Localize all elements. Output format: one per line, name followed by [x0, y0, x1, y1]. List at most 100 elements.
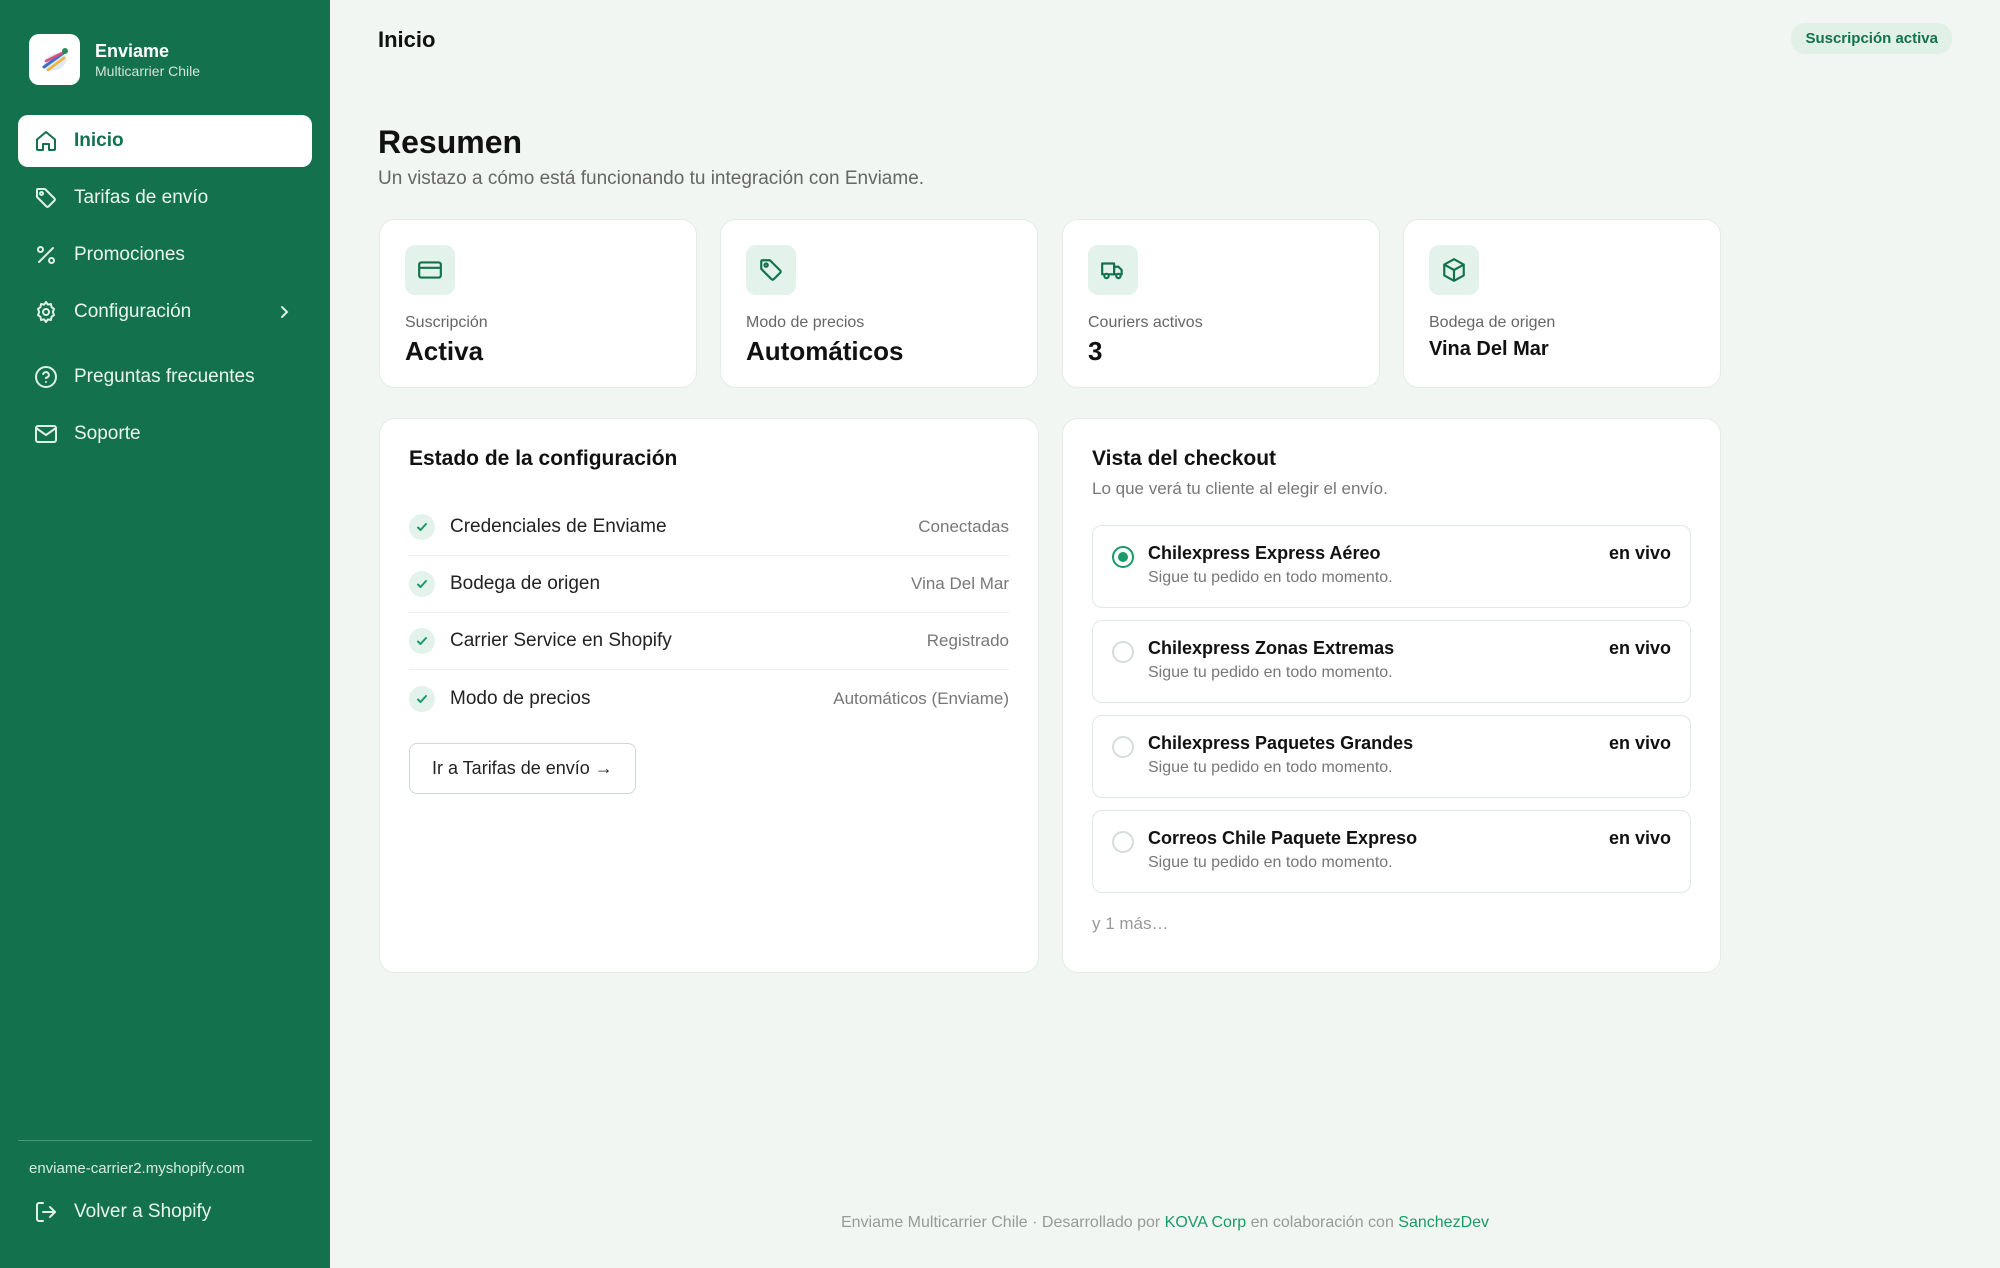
shipping-option-desc: Sigue tu pedido en todo momento.: [1148, 664, 1393, 681]
mail-icon: [34, 422, 58, 446]
sidebar-item-label: Inicio: [74, 130, 124, 151]
stat-label: Modo de precios: [746, 314, 865, 331]
footer-middle: en colaboración con: [1250, 1214, 1394, 1231]
footer: Enviame Multicarrier Chile · Desarrollad…: [330, 1214, 2000, 1232]
tag-icon: [746, 245, 796, 295]
help-circle-icon: [34, 365, 58, 389]
chevron-right-icon[interactable]: [274, 302, 294, 322]
config-label: Carrier Service en Shopify: [450, 630, 672, 651]
enviame-logo: [29, 34, 80, 85]
shipping-option-name: Chilexpress Zonas Extremas: [1148, 638, 1395, 658]
stat-card-subscription: Suscripción Activa: [379, 219, 697, 388]
gear-icon: [34, 300, 58, 324]
config-value: Vina Del Mar: [911, 574, 1009, 593]
shipping-option-desc: Sigue tu pedido en todo momento.: [1148, 569, 1393, 586]
live-tag: en vivo: [1608, 828, 1671, 848]
stat-label: Bodega de origen: [1429, 314, 1556, 331]
shipping-option-name: Chilexpress Paquetes Grandes: [1148, 733, 1414, 753]
sanchezdev-link[interactable]: SanchezDev: [1398, 1214, 1489, 1231]
percent-icon: [34, 243, 58, 267]
config-row: Bodega de origen Vina Del Mar: [409, 556, 1009, 613]
shipping-option[interactable]: Correos Chile Paquete Expreso Sigue tu p…: [1092, 810, 1691, 893]
checkout-panel-title: Vista del checkout: [1092, 447, 1277, 470]
more-options-text: y 1 más…: [1092, 914, 1169, 933]
radio-unselected[interactable]: [1112, 736, 1134, 758]
live-tag: en vivo: [1608, 733, 1671, 753]
radio-selected[interactable]: [1112, 546, 1134, 568]
back-to-shopify-label: Volver a Shopify: [74, 1201, 212, 1222]
stat-value: Activa: [405, 336, 484, 366]
check-icon: [409, 628, 435, 654]
stat-card-pricing-mode: Modo de precios Automáticos: [720, 219, 1038, 388]
config-panel-title: Estado de la configuración: [409, 447, 678, 470]
store-url: enviame-carrier2.myshopify.com: [29, 1160, 245, 1177]
stat-value: Automáticos: [746, 336, 904, 366]
home-icon: [34, 129, 58, 153]
go-to-rates-button[interactable]: Ir a Tarifas de envío →: [409, 743, 636, 794]
sidebar-item-label: Configuración: [74, 301, 192, 322]
config-value: Conectadas: [918, 517, 1009, 536]
shipping-option[interactable]: Chilexpress Express Aéreo Sigue tu pedid…: [1092, 525, 1691, 608]
sidebar-item-configuracion[interactable]: Configuración: [18, 286, 312, 338]
sidebar-item-tarifas[interactable]: Tarifas de envío: [18, 172, 312, 224]
live-tag: en vivo: [1608, 543, 1671, 563]
config-status-panel: Estado de la configuración Credenciales …: [379, 418, 1039, 973]
radio-unselected[interactable]: [1112, 831, 1134, 853]
footer-prefix: Enviame Multicarrier Chile · Desarrollad…: [840, 1214, 1161, 1231]
truck-icon: [1088, 245, 1138, 295]
header-title: Inicio: [378, 27, 436, 52]
stat-label: Couriers activos: [1088, 314, 1203, 331]
config-list: Credenciales de Enviame Conectadas Bodeg…: [409, 499, 1009, 727]
stat-label: Suscripción: [405, 314, 488, 331]
config-label: Bodega de origen: [450, 573, 601, 594]
sidebar-divider: [18, 1140, 312, 1141]
stat-value: 3: [1088, 336, 1103, 366]
check-icon: [409, 685, 435, 712]
box-icon: [1429, 245, 1479, 295]
checkout-preview-panel: Vista del checkout Lo que verá tu client…: [1062, 418, 1721, 973]
kova-corp-link[interactable]: KOVA Corp: [1165, 1214, 1247, 1231]
sidebar: Enviame Multicarrier Chile Inicio Tarifa…: [0, 0, 330, 1268]
sidebar-item-promociones[interactable]: Promociones: [18, 229, 312, 281]
config-row: Modo de precios Automáticos (Enviame): [409, 670, 1009, 727]
shipping-option[interactable]: Chilexpress Paquetes Grandes Sigue tu pe…: [1092, 715, 1691, 798]
credit-card-icon: [405, 245, 455, 295]
sidebar-item-label: Tarifas de envío: [74, 187, 209, 208]
stat-value: Vina Del Mar: [1429, 338, 1549, 360]
config-row: Carrier Service en Shopify Registrado: [409, 613, 1009, 670]
page-title: Resumen: [378, 124, 523, 160]
config-value: Automáticos (Enviame): [833, 688, 1009, 708]
stat-card-origin-warehouse: Bodega de origen Vina Del Mar: [1403, 219, 1721, 388]
brand-subtitle: Multicarrier Chile: [95, 62, 201, 79]
live-tag: en vivo: [1608, 638, 1671, 658]
checkout-panel-subtitle: Lo que verá tu cliente al elegir el enví…: [1092, 479, 1388, 498]
shipping-option-name: Correos Chile Paquete Expreso: [1148, 828, 1418, 848]
config-row: Credenciales de Enviame Conectadas: [409, 499, 1009, 556]
sidebar-item-soporte[interactable]: Soporte: [18, 408, 312, 460]
config-label: Credenciales de Enviame: [450, 516, 667, 537]
brand[interactable]: Enviame Multicarrier Chile: [29, 34, 200, 85]
stat-card-active-couriers: Couriers activos 3: [1062, 219, 1380, 388]
sidebar-nav: Inicio Tarifas de envío Promociones Conf…: [18, 115, 312, 465]
check-icon: [409, 571, 435, 597]
shipping-option-desc: Sigue tu pedido en todo momento.: [1148, 854, 1393, 871]
config-value: Registrado: [926, 631, 1009, 650]
sidebar-item-faq[interactable]: Preguntas frecuentes: [18, 351, 312, 403]
sidebar-item-label: Soporte: [74, 423, 141, 444]
shipping-option[interactable]: Chilexpress Zonas Extremas Sigue tu pedi…: [1092, 620, 1691, 703]
shipping-option-desc: Sigue tu pedido en todo momento.: [1148, 759, 1393, 776]
sidebar-item-label: Preguntas frecuentes: [74, 366, 255, 387]
radio-unselected[interactable]: [1112, 641, 1134, 663]
sidebar-item-inicio[interactable]: Inicio: [18, 115, 312, 167]
back-to-shopify-link[interactable]: Volver a Shopify: [34, 1200, 211, 1224]
page-subtitle: Un vistazo a cómo está funcionando tu in…: [378, 168, 925, 189]
shipping-options-list: Chilexpress Express Aéreo Sigue tu pedid…: [1092, 525, 1691, 905]
subscription-status-badge: Suscripción activa: [1791, 23, 1952, 54]
sidebar-item-label: Promociones: [74, 244, 185, 265]
shipping-option-name: Chilexpress Express Aéreo: [1148, 543, 1381, 563]
logout-icon: [34, 1200, 58, 1224]
tag-icon: [34, 186, 58, 210]
config-label: Modo de precios: [450, 687, 591, 709]
brand-name: Enviame: [95, 40, 170, 61]
check-icon: [409, 514, 435, 540]
